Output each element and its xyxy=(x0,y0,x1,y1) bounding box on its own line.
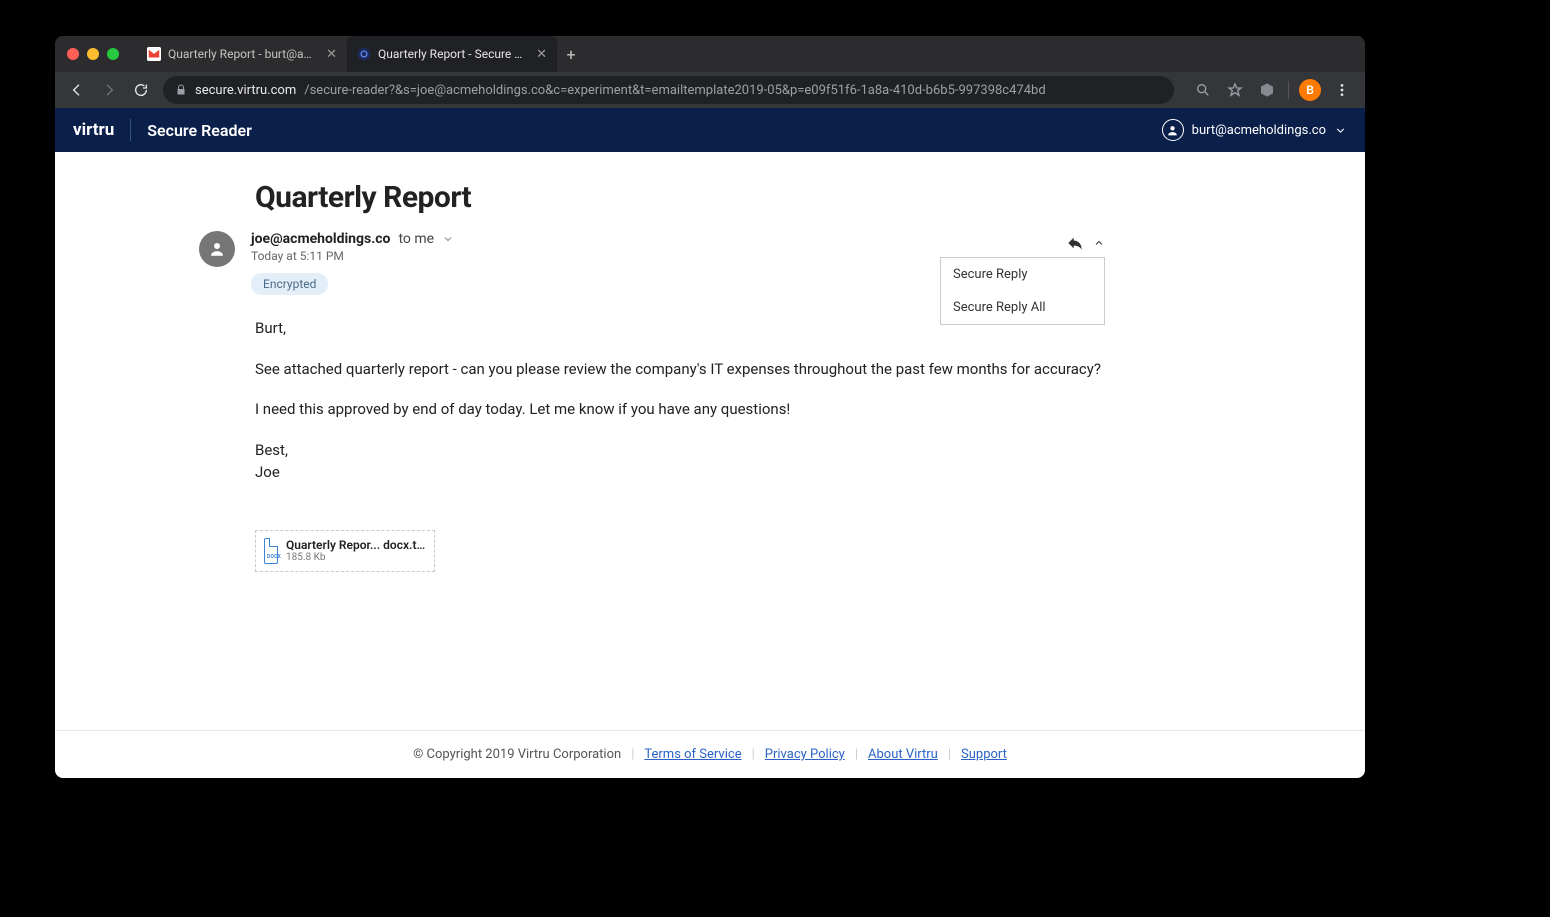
profile-initial: B xyxy=(1306,83,1314,97)
chevron-down-icon[interactable] xyxy=(442,233,454,245)
email-body: Burt, See attached quarterly report - ca… xyxy=(255,317,1105,484)
person-icon xyxy=(208,240,226,258)
body-p2: See attached quarterly report - can you … xyxy=(255,358,1105,381)
zoom-icon[interactable] xyxy=(1188,76,1218,104)
divider xyxy=(1288,81,1289,99)
profile-avatar[interactable]: B xyxy=(1299,79,1321,101)
about-link[interactable]: About Virtru xyxy=(868,747,938,762)
attachment-size: 185.8 Kb xyxy=(286,552,426,563)
browser-tab-inactive[interactable]: Quarterly Report - burt@acme ✕ xyxy=(137,36,347,72)
menu-icon[interactable] xyxy=(1327,76,1357,104)
email-subject: Quarterly Report xyxy=(255,180,1105,215)
support-link[interactable]: Support xyxy=(961,747,1007,762)
file-type-badge: DOCX xyxy=(267,554,281,560)
attachment-info: Quarterly Repor... docx.tdf 185.8 Kb xyxy=(286,538,426,563)
copyright: © Copyright 2019 Virtru Corporation xyxy=(413,747,621,762)
email-header: joe@acmeholdings.co to me Today at 5:11 … xyxy=(255,231,1105,295)
terms-link[interactable]: Terms of Service xyxy=(644,747,741,762)
secure-reply-item[interactable]: Secure Reply xyxy=(941,258,1104,291)
gmail-icon xyxy=(147,47,161,61)
app-header: virtru Secure Reader burt@acmeholdings.c… xyxy=(55,108,1365,152)
divider xyxy=(130,119,131,141)
window-close-button[interactable] xyxy=(67,48,79,60)
product-name: Secure Reader xyxy=(147,121,252,140)
user-email: burt@acmeholdings.co xyxy=(1192,123,1326,138)
toolbar-right: B xyxy=(1188,76,1357,104)
browser-tab-active[interactable]: Quarterly Report - Secure Rea ✕ xyxy=(347,36,557,72)
separator: | xyxy=(631,747,634,762)
browser-tabs: Quarterly Report - burt@acme ✕ Quarterly… xyxy=(137,36,585,72)
body-p5: Joe xyxy=(255,461,1105,484)
titlebar: Quarterly Report - burt@acme ✕ Quarterly… xyxy=(55,36,1365,72)
timestamp: Today at 5:11 PM xyxy=(251,249,454,263)
separator: | xyxy=(752,747,755,762)
user-icon xyxy=(1166,124,1179,137)
url-input[interactable]: secure.virtru.com/secure-reader?&s=joe@a… xyxy=(163,76,1174,104)
reply-icon xyxy=(1067,235,1083,251)
reply-control[interactable] xyxy=(1067,235,1105,251)
browser-window: Quarterly Report - burt@acme ✕ Quarterly… xyxy=(55,36,1365,778)
file-icon: DOCX xyxy=(264,538,278,564)
email-meta: joe@acmeholdings.co to me Today at 5:11 … xyxy=(251,231,454,295)
attachment-name: Quarterly Repor... docx.tdf xyxy=(286,538,426,552)
secure-reply-all-item[interactable]: Secure Reply All xyxy=(941,291,1104,324)
url-path: /secure-reader?&s=joe@acmeholdings.co&c=… xyxy=(304,83,1045,98)
brand-text: virtru xyxy=(73,120,114,140)
reload-button[interactable] xyxy=(127,76,155,104)
to-label: to me xyxy=(398,231,434,247)
brand-logo: virtru xyxy=(73,120,114,140)
body-p4: Best, xyxy=(255,439,1105,462)
page: virtru Secure Reader burt@acmeholdings.c… xyxy=(55,108,1365,778)
sender-address: joe@acmeholdings.co xyxy=(251,231,390,247)
traffic-lights xyxy=(67,48,119,60)
sender-avatar xyxy=(199,231,235,267)
window-minimize-button[interactable] xyxy=(87,48,99,60)
star-icon[interactable] xyxy=(1220,76,1250,104)
virtru-icon xyxy=(357,47,371,61)
tab-title: Quarterly Report - burt@acme xyxy=(168,47,315,61)
privacy-link[interactable]: Privacy Policy xyxy=(765,747,845,762)
close-icon[interactable]: ✕ xyxy=(326,47,337,62)
new-tab-button[interactable]: + xyxy=(557,36,585,72)
chevron-down-icon xyxy=(1334,124,1347,137)
app-header-left: virtru Secure Reader xyxy=(73,119,252,141)
extension-icon[interactable] xyxy=(1252,76,1282,104)
user-menu[interactable]: burt@acmeholdings.co xyxy=(1162,119,1347,141)
address-bar: secure.virtru.com/secure-reader?&s=joe@a… xyxy=(55,72,1365,108)
separator: | xyxy=(855,747,858,762)
window-maximize-button[interactable] xyxy=(107,48,119,60)
attachment[interactable]: DOCX Quarterly Repor... docx.tdf 185.8 K… xyxy=(255,530,435,572)
encrypted-badge: Encrypted xyxy=(251,273,328,295)
email-container: Quarterly Report joe@acmeholdings.co to … xyxy=(255,180,1105,572)
body-p3: I need this approved by end of day today… xyxy=(255,398,1105,421)
lock-icon xyxy=(175,84,187,96)
tab-title: Quarterly Report - Secure Rea xyxy=(378,47,525,61)
from-line: joe@acmeholdings.co to me xyxy=(251,231,454,247)
user-avatar-ring xyxy=(1162,119,1184,141)
content: Quarterly Report joe@acmeholdings.co to … xyxy=(55,152,1365,730)
separator: | xyxy=(948,747,951,762)
back-button[interactable] xyxy=(63,76,91,104)
close-icon[interactable]: ✕ xyxy=(536,47,547,62)
reply-dropdown: Secure Reply Secure Reply All xyxy=(940,257,1105,325)
chevron-up-icon xyxy=(1093,237,1105,249)
url-domain: secure.virtru.com xyxy=(195,83,296,98)
footer: © Copyright 2019 Virtru Corporation | Te… xyxy=(55,730,1365,778)
forward-button[interactable] xyxy=(95,76,123,104)
